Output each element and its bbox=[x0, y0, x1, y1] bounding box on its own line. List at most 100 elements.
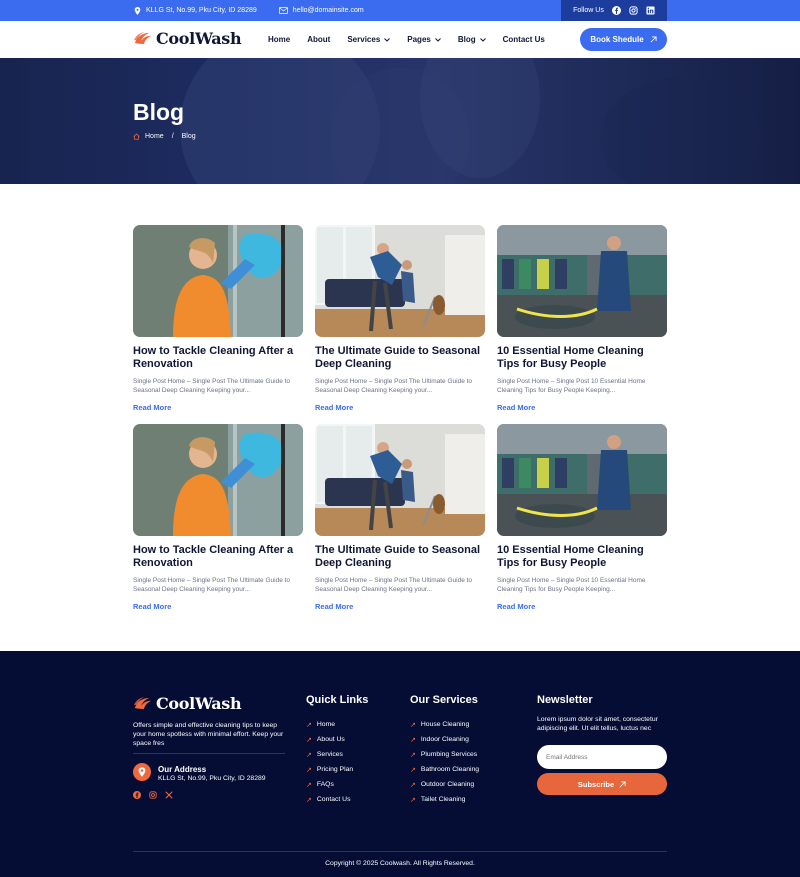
service-link[interactable]: ↗ Tailet Cleaning bbox=[410, 792, 479, 807]
instagram-icon[interactable] bbox=[629, 6, 638, 15]
read-more-link[interactable]: Read More bbox=[315, 602, 485, 611]
quick-link[interactable]: ↗ Services bbox=[306, 747, 353, 762]
blog-card[interactable]: 10 Essential Home Cleaning Tips for Busy… bbox=[497, 424, 667, 611]
nav-about-label: About bbox=[307, 35, 331, 44]
mail-icon bbox=[278, 7, 288, 14]
nav-about[interactable]: About bbox=[307, 35, 330, 44]
arrow-up-right-icon: ↗ bbox=[410, 766, 416, 774]
post-title[interactable]: The Ultimate Guide to Seasonal Deep Clea… bbox=[315, 544, 485, 570]
site-footer: CoolWash Offers simple and effective cle… bbox=[0, 651, 800, 877]
post-title[interactable]: 10 Essential Home Cleaning Tips for Busy… bbox=[497, 345, 667, 371]
quick-link[interactable]: ↗ Contact Us bbox=[306, 792, 353, 807]
post-excerpt: Single Post Home – Single Post The Ultim… bbox=[315, 577, 473, 593]
chevron-down-icon bbox=[384, 37, 391, 42]
post-thumbnail[interactable] bbox=[315, 225, 485, 337]
copyright-text: Copyright © 2025 Coolwash. All Rights Re… bbox=[325, 860, 475, 867]
wave-logo-icon bbox=[133, 697, 152, 709]
quick-link-label: FAQs bbox=[316, 781, 334, 788]
read-more-link[interactable]: Read More bbox=[497, 403, 667, 412]
post-title[interactable]: The Ultimate Guide to Seasonal Deep Clea… bbox=[315, 345, 485, 371]
quick-link[interactable]: ↗ FAQs bbox=[306, 777, 353, 792]
subscribe-button[interactable]: Subscribe bbox=[537, 773, 667, 795]
worker-in-warehouse-image bbox=[497, 424, 667, 536]
quick-link-label: Contact Us bbox=[316, 796, 351, 803]
nav-blog[interactable]: Blog bbox=[458, 35, 486, 44]
location-pin-icon bbox=[134, 6, 141, 15]
address-info: KLLG St, No.99, Pku City, ID 28289 bbox=[134, 6, 257, 15]
post-thumbnail[interactable] bbox=[133, 225, 303, 337]
quick-link[interactable]: ↗ Pricing Plan bbox=[306, 762, 353, 777]
nav-home[interactable]: Home bbox=[268, 35, 290, 44]
nav-home-label: Home bbox=[268, 35, 291, 44]
women-cleaning-living-room-image bbox=[315, 225, 485, 337]
post-thumbnail[interactable] bbox=[133, 424, 303, 536]
footer-logo[interactable]: CoolWash bbox=[133, 694, 242, 713]
nav-services[interactable]: Services bbox=[347, 35, 391, 44]
service-link-label: Outdoor Cleaning bbox=[420, 781, 475, 788]
page-title: Blog bbox=[133, 99, 185, 125]
facebook-icon[interactable] bbox=[133, 791, 141, 799]
worker-in-warehouse-image bbox=[497, 225, 667, 337]
quick-link-label: About Us bbox=[316, 736, 345, 743]
follow-label: Follow Us bbox=[573, 7, 604, 14]
post-excerpt: Single Post Home – Single Post 10 Essent… bbox=[497, 577, 646, 593]
quick-links-list: ↗ Home ↗ About Us ↗ Services ↗ Pricing Plan … bbox=[306, 717, 353, 807]
address-value: KLLG St, No.99, Pku City, ID 28289 bbox=[158, 775, 266, 782]
x-twitter-icon[interactable] bbox=[165, 791, 173, 799]
nav-blog-label: Blog bbox=[457, 35, 476, 44]
arrow-up-right-icon: ↗ bbox=[306, 751, 312, 759]
quick-link-label: Pricing Plan bbox=[316, 766, 354, 773]
home-icon bbox=[133, 133, 140, 140]
read-more-link[interactable]: Read More bbox=[133, 403, 303, 412]
post-title[interactable]: 10 Essential Home Cleaning Tips for Busy… bbox=[497, 544, 667, 570]
follow-us: Follow Us bbox=[561, 0, 667, 21]
post-excerpt: Single Post Home – Single Post 10 Essent… bbox=[497, 378, 646, 394]
post-thumbnail[interactable] bbox=[315, 424, 485, 536]
post-thumbnail[interactable] bbox=[497, 424, 667, 536]
service-link[interactable]: ↗ House Cleaning bbox=[410, 717, 479, 732]
email-info[interactable]: hello@domainsite.com bbox=[278, 7, 364, 14]
quick-link[interactable]: ↗ Home bbox=[306, 717, 353, 732]
services-title: Our Services bbox=[410, 694, 478, 706]
chevron-down-icon bbox=[479, 37, 486, 42]
newsletter-text: Lorem ipsum dolor sit amet, consectetur … bbox=[537, 716, 658, 732]
footer-logo-text: CoolWash bbox=[156, 694, 242, 713]
post-excerpt: Single Post Home – Single Post The Ultim… bbox=[315, 378, 473, 394]
read-more-link[interactable]: Read More bbox=[133, 602, 303, 611]
blog-card[interactable]: 10 Essential Home Cleaning Tips for Busy… bbox=[497, 225, 667, 412]
service-link[interactable]: ↗ Plumbing Services bbox=[410, 747, 479, 762]
service-link-label: Indoor Cleaning bbox=[420, 736, 469, 743]
breadcrumb-home[interactable]: Home bbox=[145, 133, 164, 140]
blog-card[interactable]: How to Tackle Cleaning After a Renovatio… bbox=[133, 424, 303, 611]
facebook-icon[interactable] bbox=[611, 6, 621, 15]
blog-card[interactable]: The Ultimate Guide to Seasonal Deep Clea… bbox=[315, 225, 485, 412]
newsletter-email-input[interactable] bbox=[537, 745, 667, 769]
read-more-link[interactable]: Read More bbox=[497, 602, 667, 611]
service-link[interactable]: ↗ Bathroom Cleaning bbox=[410, 762, 479, 777]
post-title[interactable]: How to Tackle Cleaning After a Renovatio… bbox=[133, 544, 303, 570]
nav-contact[interactable]: Contact Us bbox=[503, 35, 545, 44]
linkedin-icon[interactable] bbox=[646, 6, 655, 15]
book-schedule-label: Book Shedule bbox=[590, 35, 644, 44]
chevron-down-icon bbox=[434, 37, 441, 42]
nav-pages[interactable]: Pages bbox=[407, 35, 441, 44]
service-link[interactable]: ↗ Outdoor Cleaning bbox=[410, 777, 479, 792]
service-link[interactable]: ↗ Indoor Cleaning bbox=[410, 732, 479, 747]
nav-pages-label: Pages bbox=[407, 35, 431, 44]
blog-card[interactable]: The Ultimate Guide to Seasonal Deep Clea… bbox=[315, 424, 485, 611]
quick-link-label: Services bbox=[316, 751, 343, 758]
footer-socials bbox=[133, 791, 173, 799]
post-thumbnail[interactable] bbox=[497, 225, 667, 337]
quick-link[interactable]: ↗ About Us bbox=[306, 732, 353, 747]
blog-card[interactable]: How to Tackle Cleaning After a Renovatio… bbox=[133, 225, 303, 412]
arrow-up-right-icon: ↗ bbox=[306, 781, 312, 789]
arrow-up-right-icon: ↗ bbox=[410, 736, 416, 744]
post-title[interactable]: How to Tackle Cleaning After a Renovatio… bbox=[133, 345, 303, 371]
subscribe-label: Subscribe bbox=[577, 779, 615, 789]
instagram-icon[interactable] bbox=[149, 791, 157, 799]
arrow-up-right-icon: ↗ bbox=[410, 751, 416, 759]
breadcrumb-separator: / bbox=[171, 133, 174, 140]
book-schedule-button[interactable]: Book Shedule bbox=[580, 28, 667, 51]
read-more-link[interactable]: Read More bbox=[315, 403, 485, 412]
site-logo[interactable]: CoolWash bbox=[133, 29, 242, 48]
